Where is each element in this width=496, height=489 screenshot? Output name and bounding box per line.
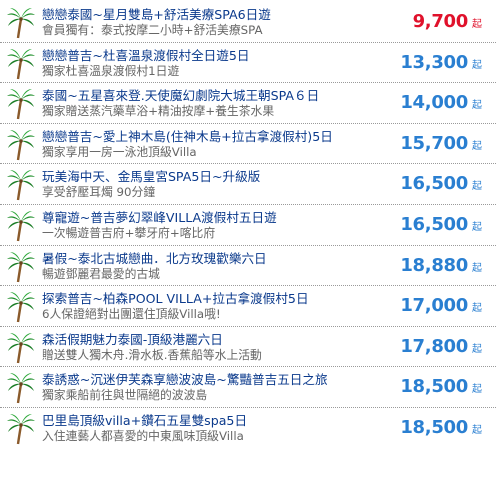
tour-title-link[interactable]: 戀戀普吉~愛上神木島(住神木島+拉古拿渡假村)5日 [42,129,402,144]
tour-item[interactable]: 探索普吉~柏森POOL VILLA+拉古拿渡假村5日 6人保證絕對出團還住頂級Vi… [0,286,496,327]
tour-title-link[interactable]: 暑假~泰北古城戀曲．北方玫瑰歡樂六日 [42,251,402,266]
price-unit-label: 起 [472,140,482,152]
price-unit-label: 起 [472,384,482,396]
tour-subtitle: 6人保證絕對出團還住頂級Villa哦! [42,307,221,322]
tour-price: 16,500 [400,173,468,195]
tour-price: 16,500 [400,213,468,235]
tour-title-link[interactable]: 戀戀普吉~杜喜溫泉渡假村全日遊5日 [42,48,402,63]
palm-tree-icon [7,89,35,120]
tour-title-link[interactable]: 森活假期魅力泰國-頂級港麗六日 [42,332,402,347]
tour-price: 9,700 [412,11,469,32]
tour-title-link[interactable]: 尊寵遊~普吉夢幻翠峰VILLA渡假村五日遊 [42,210,402,225]
price-unit-label: 起 [472,343,482,355]
tour-item[interactable]: 尊寵遊~普吉夢幻翠峰VILLA渡假村五日遊 一次暢遊普吉府+攀牙府+喀比府 16,5… [0,205,496,246]
price-unit-label: 起 [472,100,482,112]
palm-tree-icon [7,48,35,79]
tour-subtitle: 贈送雙人獨木舟.滑水板.香蕉船等水上活動 [42,347,262,362]
tour-subtitle: 入住連藝人都喜愛的中東風味頂級Villa [42,428,244,443]
tour-subtitle: 一次暢遊普吉府+攀牙府+喀比府 [42,225,216,240]
tour-title-link[interactable]: 泰國~五星喜來登.天使魔幻劇院大城王朝SPA６日 [42,88,402,103]
tour-subtitle: 獨家享用一房一泳池頂級Villa [42,144,197,159]
tour-price: 13,300 [400,51,468,73]
tour-list: 戀戀泰國~星月雙島+舒活美療SPA6日遊 會員獨有：泰式按摩二小時+舒活美療SPA… [0,0,496,489]
palm-tree-icon [7,129,35,160]
price-unit-label: 起 [472,424,482,436]
palm-tree-icon [7,210,35,242]
tour-price: 18,500 [400,416,468,438]
price-unit-label: 起 [472,303,482,315]
price-unit-label: 起 [472,262,482,274]
tour-title-link[interactable]: 玩美海中天、金馬皇宮SPA5日~升級版 [42,169,402,184]
price-unit-label: 起 [472,181,482,193]
price-unit-label: 起 [472,59,482,71]
tour-item[interactable]: 泰國~五星喜來登.天使魔幻劇院大城王朝SPA６日 獨家贈送蒸汽藥草浴+精油按摩+養… [0,83,496,124]
tour-item[interactable]: 戀戀普吉~杜喜溫泉渡假村全日遊5日 獨家杜喜溫泉渡假村1日遊 13,300 起 [0,43,496,84]
tour-title-link[interactable]: 巴里島頂級villa+鑽石五星雙spa5日 [42,413,402,428]
tour-item[interactable]: 玩美海中天、金馬皇宮SPA5日~升級版 享受舒壓耳燭 90分鐘 16,500 起 [0,164,496,205]
tour-subtitle: 享受舒壓耳燭 90分鐘 [42,185,156,200]
tour-subtitle: 暢遊鄧麗君最愛的古城 [42,266,160,281]
tour-title-link[interactable]: 泰誘惑~沉迷伊芙森享戀波波島~驚豔普吉五日之旅 [42,372,402,387]
tour-item[interactable]: 戀戀普吉~愛上神木島(住神木島+拉古拿渡假村)5日 獨家享用一房一泳池頂級Vill… [0,124,496,165]
tour-subtitle: 會員獨有：泰式按摩二小時+舒活美療SPA [42,23,263,37]
palm-tree-icon [7,373,35,404]
tour-item[interactable]: 暑假~泰北古城戀曲．北方玫瑰歡樂六日 暢遊鄧麗君最愛的古城 18,880 起 [0,246,496,287]
tour-price: 15,700 [400,132,468,154]
tour-item[interactable]: 森活假期魅力泰國-頂級港麗六日 贈送雙人獨木舟.滑水板.香蕉船等水上活動 17,80… [0,327,496,368]
tour-subtitle: 獨家乘船前往與世隔絕的波波島 [42,388,208,403]
palm-tree-icon [7,8,35,39]
tour-title-link[interactable]: 探索普吉~柏森POOL VILLA+拉古拿渡假村5日 [42,291,402,306]
tour-price: 18,500 [400,376,468,398]
tour-price: 14,000 [400,92,468,114]
palm-tree-icon [7,292,35,323]
price-unit-label: 起 [472,19,482,30]
palm-tree-icon [7,332,35,363]
tour-subtitle: 獨家贈送蒸汽藥草浴+精油按摩+養生茶水果 [42,104,275,119]
palm-tree-icon [7,170,35,201]
palm-tree-icon [7,251,35,282]
tour-price: 17,800 [400,335,468,357]
tour-price: 17,000 [400,295,468,317]
tour-subtitle: 獨家杜喜溫泉渡假村1日遊 [42,63,180,78]
tour-price: 18,880 [400,254,468,276]
tour-title-link[interactable]: 戀戀泰國~星月雙島+舒活美療SPA6日遊 [42,7,402,22]
tour-item[interactable]: 巴里島頂級villa+鑽石五星雙spa5日 入住連藝人都喜愛的中東風味頂級Vill… [0,408,496,449]
tour-item[interactable]: 泰誘惑~沉迷伊芙森享戀波波島~驚豔普吉五日之旅 獨家乘船前往與世隔絕的波波島 18,… [0,367,496,408]
palm-tree-icon [7,413,35,445]
tour-item[interactable]: 戀戀泰國~星月雙島+舒活美療SPA6日遊 會員獨有：泰式按摩二小時+舒活美療SPA… [0,2,496,43]
price-unit-label: 起 [472,221,482,233]
